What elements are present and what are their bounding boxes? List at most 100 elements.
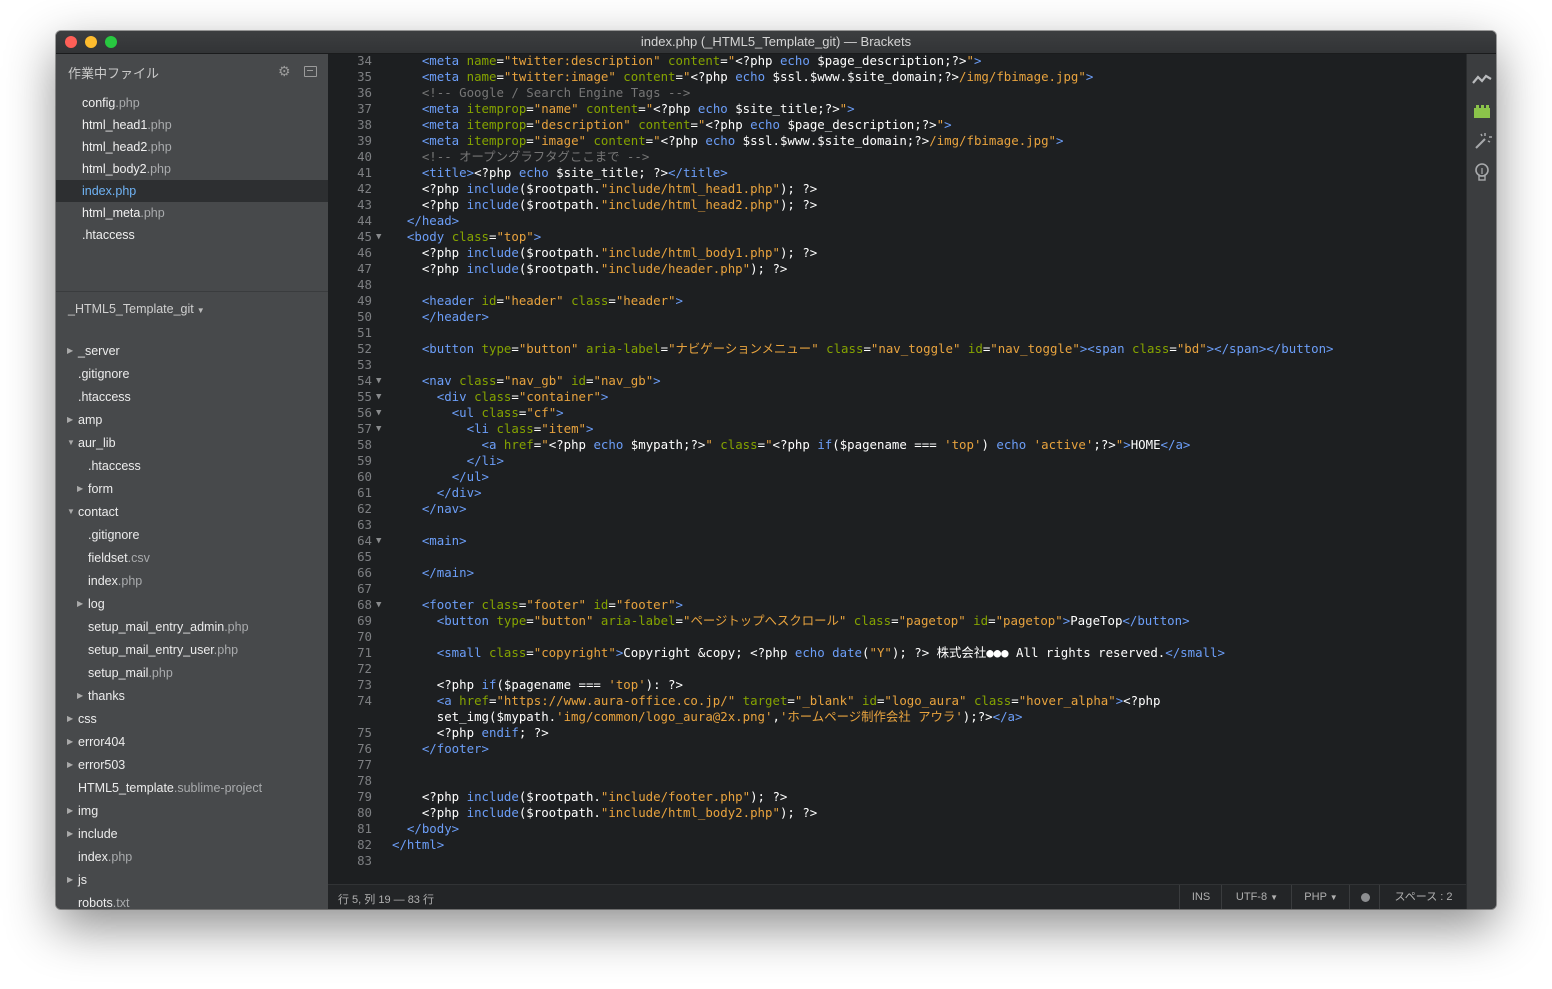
tree-file[interactable]: fieldset.csv (56, 547, 328, 569)
tree-folder[interactable]: ▼ contact (56, 501, 328, 523)
code-line[interactable]: 57 ▼ <li class="item"> (328, 421, 1466, 437)
code-line[interactable]: 47 <?php include($rootpath."include/head… (328, 261, 1466, 277)
tree-folder[interactable]: ▶ error503 (56, 754, 328, 776)
tree-folder[interactable]: ▶ form (56, 478, 328, 500)
tree-folder[interactable]: ▶ css (56, 708, 328, 730)
disclosure-closed-icon[interactable]: ▶ (77, 478, 83, 500)
code-line[interactable]: 69 <button type="button" aria-label="ページ… (328, 613, 1466, 629)
code-line[interactable]: 68 ▼ <footer class="footer" id="footer"> (328, 597, 1466, 613)
disclosure-closed-icon[interactable]: ▶ (67, 754, 73, 776)
code-line[interactable]: 65 (328, 549, 1466, 565)
code-line[interactable]: 78 (328, 773, 1466, 789)
disclosure-closed-icon[interactable]: ▶ (67, 823, 73, 845)
fold-toggle-icon[interactable]: ▼ (376, 597, 381, 613)
tree-folder[interactable]: ▶ error404 (56, 731, 328, 753)
gear-icon[interactable]: ⚙ (278, 63, 291, 80)
tree-folder[interactable]: ▶ amp (56, 409, 328, 431)
language-select[interactable]: PHP ▼ (1291, 885, 1350, 909)
project-dropdown[interactable]: _HTML5_Template_git ▼ (68, 302, 205, 316)
code-line[interactable]: 53 (328, 357, 1466, 373)
code-line[interactable]: 39 <meta itemprop="image" content="<?php… (328, 133, 1466, 149)
linter-status[interactable] (1349, 885, 1380, 909)
disclosure-closed-icon[interactable]: ▶ (67, 708, 73, 730)
code-line[interactable]: 58 <a href="<?php echo $mypath;?>" class… (328, 437, 1466, 453)
disclosure-closed-icon[interactable]: ▶ (77, 593, 83, 615)
code-line[interactable]: 76 </footer> (328, 741, 1466, 757)
tree-folder[interactable]: ▶ js (56, 869, 328, 891)
code-line[interactable]: 49 <header id="header" class="header"> (328, 293, 1466, 309)
code-line[interactable]: 73 <?php if($pagename === 'top'): ?> (328, 677, 1466, 693)
encoding-select[interactable]: UTF-8 ▼ (1221, 885, 1292, 909)
working-file-item[interactable]: index.php (56, 180, 328, 202)
split-view-icon[interactable] (304, 66, 317, 77)
disclosure-open-icon[interactable]: ▼ (67, 501, 75, 523)
code-line[interactable]: 81 </body> (328, 821, 1466, 837)
code-line[interactable]: 64 ▼ <main> (328, 533, 1466, 549)
code-line[interactable]: 41 <title><?php echo $site_title; ?></ti… (328, 165, 1466, 181)
disclosure-open-icon[interactable]: ▼ (67, 432, 75, 454)
code-line[interactable]: 79 <?php include($rootpath."include/foot… (328, 789, 1466, 805)
code-line[interactable]: 36 <!-- Google / Search Engine Tags --> (328, 85, 1466, 101)
code-line[interactable]: 40 <!-- オープングラフタグここまで --> (328, 149, 1466, 165)
code-line[interactable]: 80 <?php include($rootpath."include/html… (328, 805, 1466, 821)
code-line[interactable]: 83 (328, 853, 1466, 869)
code-line[interactable]: 37 <meta itemprop="name" content="<?php … (328, 101, 1466, 117)
fold-toggle-icon[interactable]: ▼ (376, 533, 381, 549)
tree-folder[interactable]: ▶ thanks (56, 685, 328, 707)
tree-folder[interactable]: ▶ _server (56, 340, 328, 362)
insert-mode-toggle[interactable]: INS (1179, 885, 1222, 909)
tree-file[interactable]: setup_mail.php (56, 662, 328, 684)
tree-folder[interactable]: ▼ aur_lib (56, 432, 328, 454)
tree-file[interactable]: index.php (56, 570, 328, 592)
disclosure-closed-icon[interactable]: ▶ (67, 731, 73, 753)
code-line[interactable]: 52 <button type="button" aria-label="ナビゲ… (328, 341, 1466, 357)
code-line[interactable]: 74 <a href = "https://www.aura-office.co.j… (328, 693, 1466, 709)
disclosure-closed-icon[interactable]: ▶ (67, 409, 73, 431)
tree-file[interactable]: setup_mail_entry_admin.php (56, 616, 328, 638)
code-line[interactable]: 60 </ul> (328, 469, 1466, 485)
code-line[interactable]: 70 (328, 629, 1466, 645)
wand-icon[interactable] (1472, 131, 1492, 151)
code-line[interactable]: 59 </li> (328, 453, 1466, 469)
tree-file[interactable]: setup_mail_entry_user.php (56, 639, 328, 661)
working-file-item[interactable]: html_head1.php (56, 114, 328, 136)
tree-file[interactable]: robots.txt (56, 892, 328, 909)
disclosure-closed-icon[interactable]: ▶ (67, 340, 73, 362)
tree-file[interactable]: .htaccess (56, 386, 328, 408)
tree-file[interactable]: index.php (56, 846, 328, 868)
working-file-item[interactable]: html_meta.php (56, 202, 328, 224)
working-file-item[interactable]: config.php (56, 92, 328, 114)
fold-toggle-icon[interactable]: ▼ (376, 389, 381, 405)
code-line[interactable]: 56 ▼ <ul class="cf"> (328, 405, 1466, 421)
code-line[interactable]: 38 <meta itemprop="description" content=… (328, 117, 1466, 133)
code-editor[interactable]: 34 <meta name="twitter:description" cont… (328, 54, 1466, 884)
code-line[interactable]: set_img($mypath.'img/common/logo_aura@2x… (328, 709, 1466, 725)
disclosure-closed-icon[interactable]: ▶ (77, 685, 83, 707)
tree-file[interactable]: .gitignore (56, 524, 328, 546)
working-file-item[interactable]: .htaccess (56, 224, 328, 246)
disclosure-closed-icon[interactable]: ▶ (67, 869, 73, 891)
code-line[interactable]: 67 (328, 581, 1466, 597)
tree-folder[interactable]: ▶ img (56, 800, 328, 822)
code-line[interactable]: 51 (328, 325, 1466, 341)
code-line[interactable]: 75 <?php endif; ?> (328, 725, 1466, 741)
tree-file[interactable]: .gitignore (56, 363, 328, 385)
code-line[interactable]: 77 (328, 757, 1466, 773)
code-line[interactable]: 42 <?php include($rootpath."include/html… (328, 181, 1466, 197)
code-line[interactable]: 62 </nav> (328, 501, 1466, 517)
tree-folder[interactable]: ▶ include (56, 823, 328, 845)
working-file-item[interactable]: html_body2.php (56, 158, 328, 180)
tree-folder[interactable]: ▶ log (56, 593, 328, 615)
code-line[interactable]: 61 </div> (328, 485, 1466, 501)
tree-file[interactable]: .htaccess (56, 455, 328, 477)
code-line[interactable]: 48 (328, 277, 1466, 293)
code-line[interactable]: 71 <small class="copyright">Copyright &c… (328, 645, 1466, 661)
working-file-item[interactable]: html_head2.php (56, 136, 328, 158)
disclosure-closed-icon[interactable]: ▶ (67, 800, 73, 822)
tree-file[interactable]: HTML5_template.sublime-project (56, 777, 328, 799)
code-line[interactable]: 63 (328, 517, 1466, 533)
code-line[interactable]: 35 <meta name="twitter:image" content="<… (328, 69, 1466, 85)
code-line[interactable]: 55 ▼ <div class="container"> (328, 389, 1466, 405)
code-line[interactable]: 44 </head> (328, 213, 1466, 229)
fold-toggle-icon[interactable]: ▼ (376, 229, 381, 245)
